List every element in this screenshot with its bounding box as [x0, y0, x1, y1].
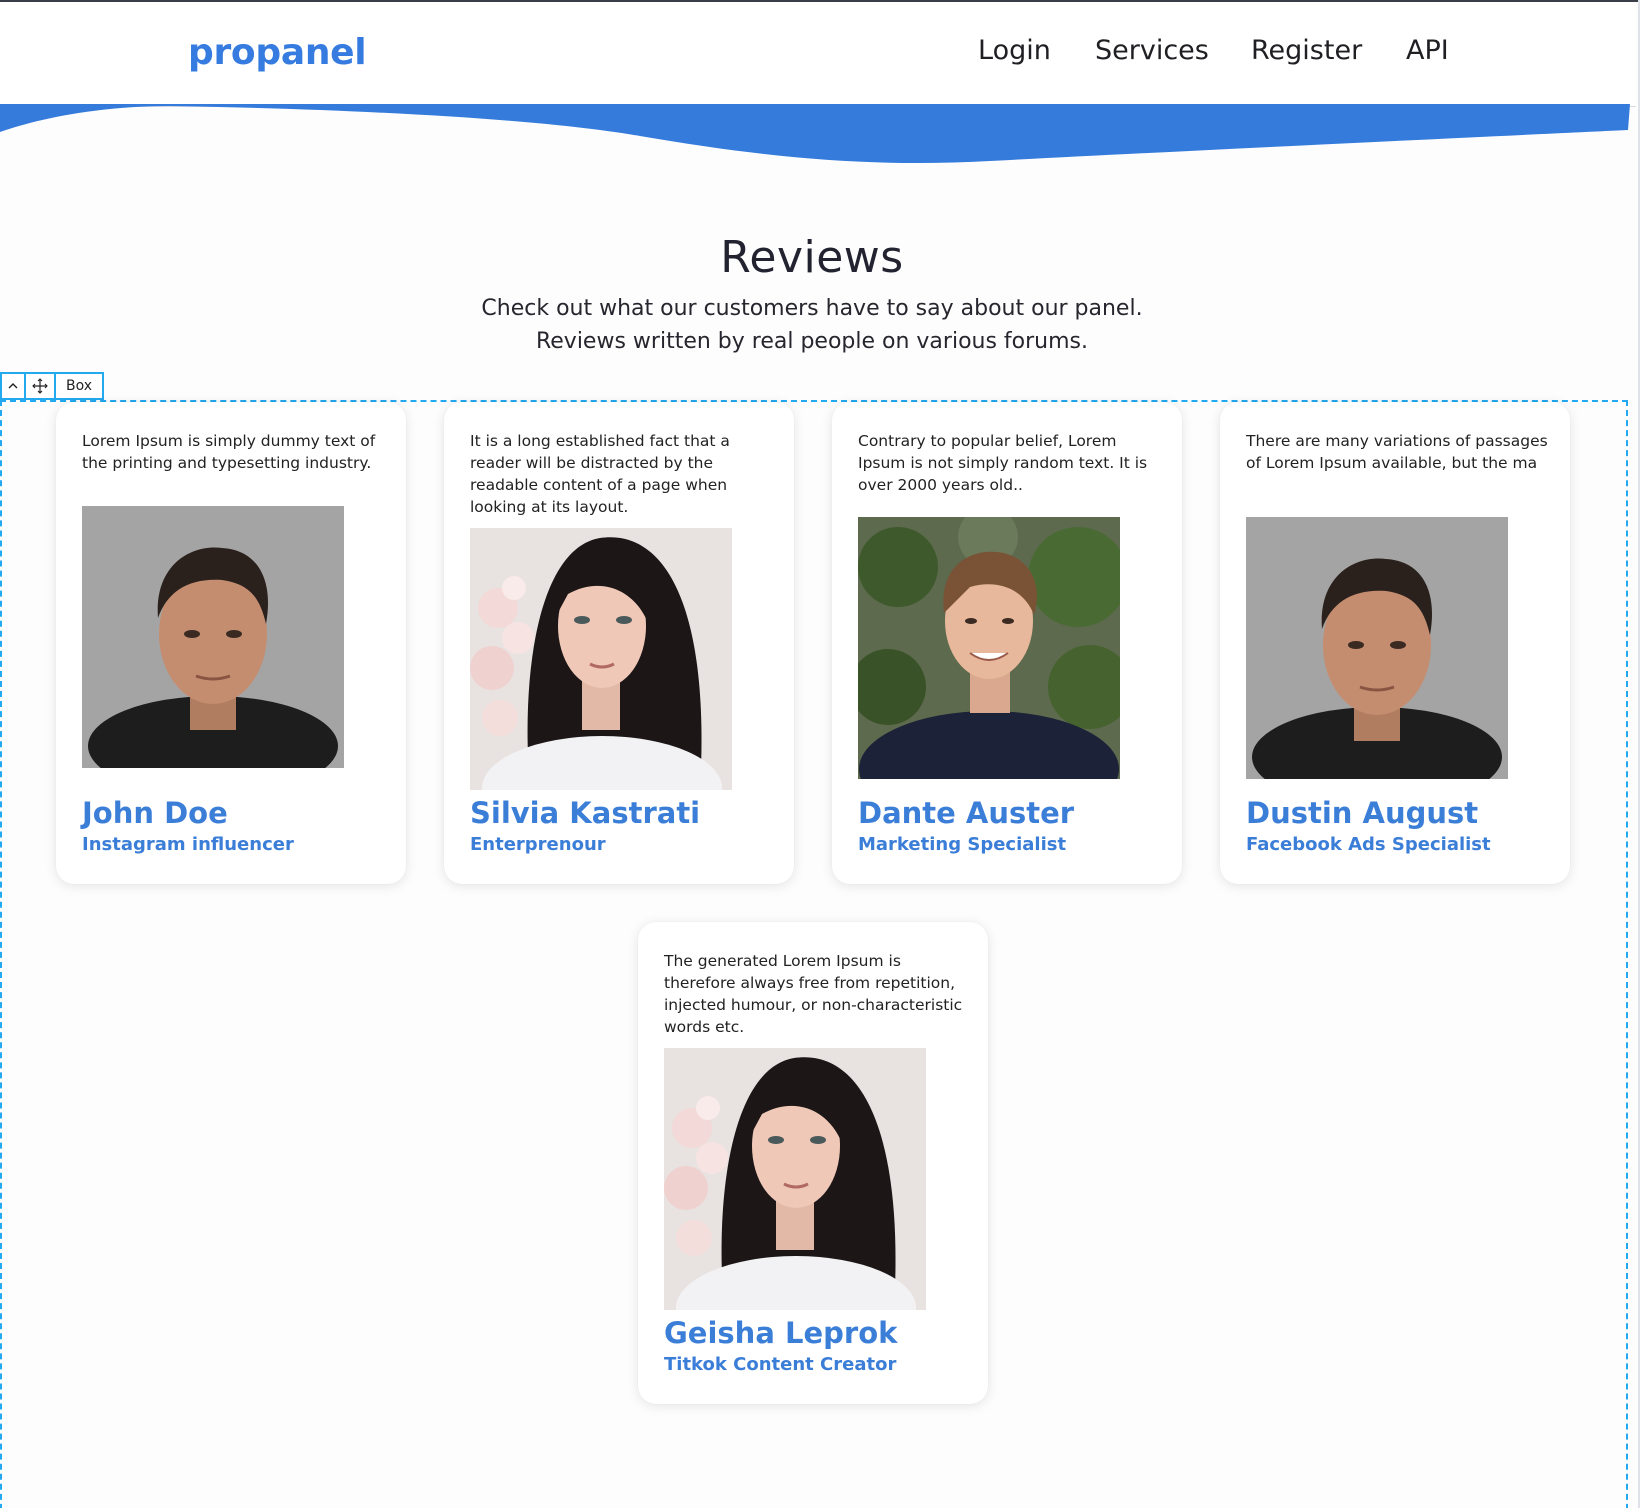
nav-services-link[interactable]: Services: [1095, 35, 1209, 66]
reviewer-photo: [1246, 517, 1508, 779]
reviewer-photo: [82, 506, 344, 768]
review-quote: Contrary to popular belief, Lorem Ipsum …: [858, 432, 1148, 494]
box-label[interactable]: Box: [56, 374, 102, 398]
browser-viewport: propanel Login Services Register API Rev…: [0, 0, 1640, 1508]
reviewer-role: Enterprenour: [470, 834, 606, 855]
reviewer-name: Silvia Kastrati: [470, 796, 701, 830]
reviewer-photo: [664, 1048, 926, 1310]
review-card: Contrary to popular belief, Lorem Ipsum …: [832, 402, 1182, 884]
move-icon[interactable]: [26, 374, 56, 398]
reviewer-name: Geisha Leprok: [664, 1316, 898, 1350]
reviewer-photo: [858, 517, 1120, 779]
reviewer-photo: [470, 528, 732, 790]
chevron-up-icon[interactable]: [2, 374, 26, 398]
nav-api-link[interactable]: API: [1406, 35, 1449, 66]
reviewer-role: Instagram influencer: [82, 834, 294, 855]
review-quote: It is a long established fact that a rea…: [470, 432, 730, 516]
reviews-subtitle-line-1: Check out what our customers have to say…: [481, 296, 1143, 321]
site-logo[interactable]: propanel: [188, 32, 367, 73]
reviewer-role: Facebook Ads Specialist: [1246, 834, 1491, 855]
reviews-title: Reviews: [720, 232, 904, 283]
element-toolbar: Box: [0, 372, 104, 400]
nav-login-link[interactable]: Login: [978, 35, 1051, 66]
header-wave-divider: [0, 104, 1630, 164]
reviewer-name: Dustin August: [1246, 796, 1479, 830]
review-card: It is a long established fact that a rea…: [444, 402, 794, 884]
site-header: propanel Login Services Register API: [0, 2, 1636, 107]
reviewer-role: Marketing Specialist: [858, 834, 1067, 855]
review-card: The generated Lorem Ipsum is therefore a…: [638, 922, 988, 1404]
review-card: Lorem Ipsum is simply dummy text of the …: [56, 402, 406, 884]
review-card: There are many variations of passages of…: [1220, 402, 1570, 884]
reviews-subtitle-line-2: Reviews written by real people on variou…: [535, 329, 1089, 354]
nav-register-link[interactable]: Register: [1251, 35, 1362, 66]
review-quote: The generated Lorem Ipsum is therefore a…: [664, 952, 963, 1036]
reviewer-role: Titkok Content Creator: [664, 1354, 897, 1375]
reviewer-name: Dante Auster: [858, 796, 1075, 830]
review-quote: Lorem Ipsum is simply dummy text of the …: [82, 432, 376, 472]
review-quote: There are many variations of passages of…: [1246, 432, 1548, 472]
reviewer-name: John Doe: [82, 796, 228, 830]
